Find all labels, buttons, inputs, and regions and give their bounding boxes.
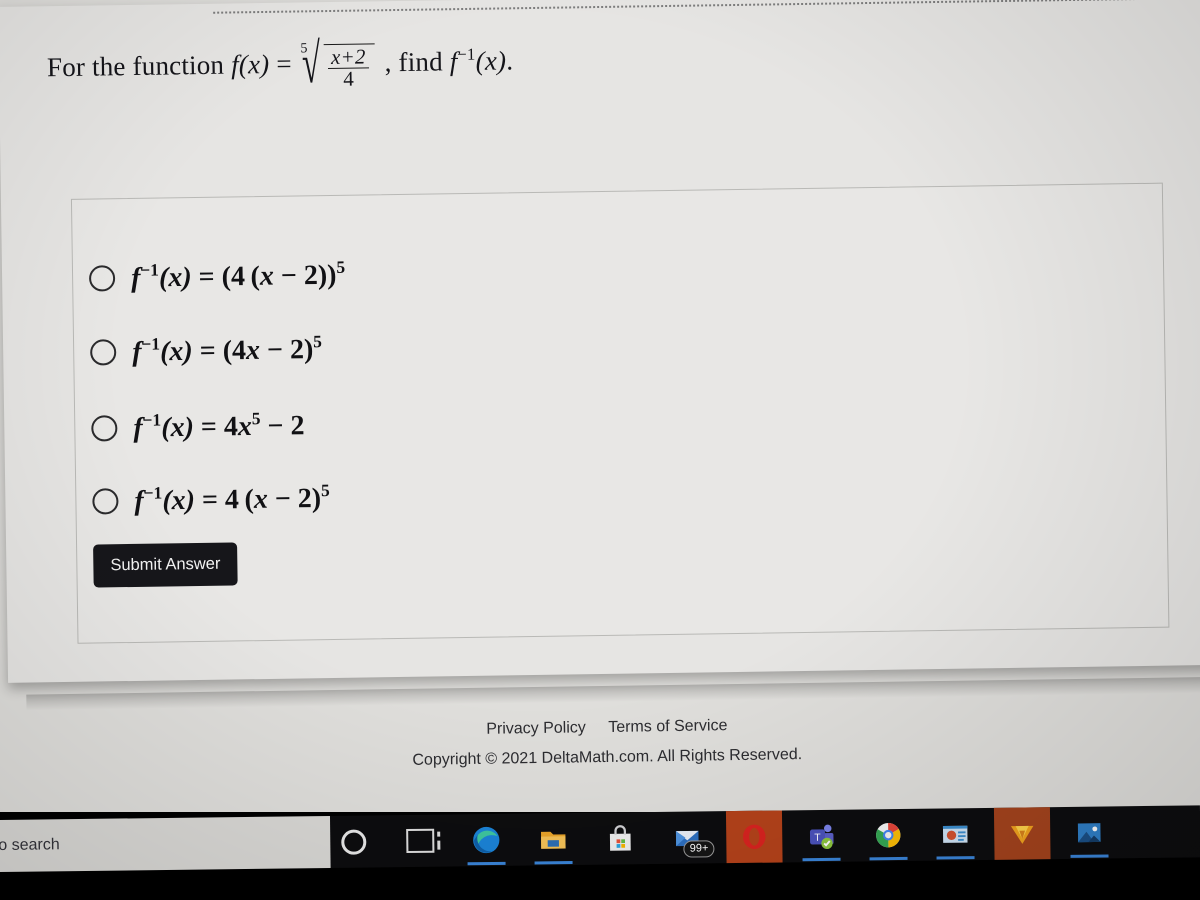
question-prompt: For the function f(x) = 5 √ x+2 4 , find… xyxy=(47,32,1128,95)
radicand: x+2 4 xyxy=(323,43,376,91)
dotted-divider xyxy=(213,0,1200,14)
answer-option-b[interactable]: f−1(x) = (4x − 2)5 xyxy=(90,332,322,369)
question-period: . xyxy=(506,45,514,76)
question-function-arg: (x) xyxy=(238,49,270,80)
search-placeholder: o search xyxy=(0,836,60,855)
microsoft-teams-button[interactable]: T xyxy=(793,810,850,863)
fraction-denominator: 4 xyxy=(328,67,370,91)
answer-card: f−1(x) = (4 (x − 2))5 f−1(x) = (4x − 2)5… xyxy=(70,182,1170,644)
terms-of-service-link[interactable]: Terms of Service xyxy=(608,717,727,736)
answer-option-c-label: f−1(x) = 4x5 − 2 xyxy=(133,409,305,444)
powerpoint-icon xyxy=(942,825,968,843)
opera-button[interactable] xyxy=(725,810,783,864)
windows-search-box[interactable]: o search xyxy=(0,815,331,873)
mail-icon-wrap: 99+ xyxy=(672,822,715,858)
question-equals: = xyxy=(276,48,292,79)
file-explorer-button[interactable] xyxy=(525,813,582,866)
question-prefix: For the function xyxy=(46,49,225,83)
photos-button[interactable] xyxy=(1061,806,1118,859)
powerpoint-button[interactable] xyxy=(927,808,984,861)
answer-option-d-label: f−1(x) = 4 (x − 2)5 xyxy=(134,481,330,517)
mail-badge: 99+ xyxy=(683,840,715,858)
cortana-icon xyxy=(340,829,366,855)
inverse-function-arg: (x) xyxy=(475,45,507,76)
inverse-exponent: −1 xyxy=(457,44,476,64)
google-chrome-icon xyxy=(876,822,901,848)
fraction: x+2 4 xyxy=(328,44,370,91)
photos-icon xyxy=(1077,823,1101,843)
radio-button-b[interactable] xyxy=(90,339,117,366)
radical-sign: √ xyxy=(301,32,321,96)
browser-viewport: For the function f(x) = 5 √ x+2 4 , find… xyxy=(0,0,1200,711)
answer-option-a-label: f−1(x) = (4 (x − 2))5 xyxy=(130,257,346,294)
microsoft-store-button[interactable] xyxy=(592,812,649,865)
browser-page: For the function f(x) = 5 √ x+2 4 , find… xyxy=(0,0,1200,830)
fifth-root-expression: 5 √ x+2 4 xyxy=(300,32,376,96)
task-view-icon xyxy=(406,828,435,854)
wondershare-button[interactable] xyxy=(993,807,1051,860)
footer-links: Privacy Policy Terms of Service xyxy=(0,710,1200,746)
task-view-button[interactable] xyxy=(392,815,449,868)
microsoft-teams-icon: T xyxy=(809,824,834,850)
microsoft-edge-icon xyxy=(473,826,500,854)
cortana-button[interactable] xyxy=(325,815,382,868)
submit-answer-button[interactable]: Submit Answer xyxy=(93,542,238,588)
google-chrome-button[interactable] xyxy=(860,809,917,862)
page-footer: Privacy Policy Terms of Service Copyrigh… xyxy=(0,710,1200,776)
answer-option-d[interactable]: f−1(x) = 4 (x − 2)5 xyxy=(92,481,330,518)
svg-text:T: T xyxy=(814,833,821,844)
mail-button[interactable]: 99+ xyxy=(659,811,716,864)
taskbar-strip: o search 99+ T xyxy=(0,805,1200,873)
windows-taskbar: o search 99+ T xyxy=(0,805,1200,900)
fraction-numerator: x+2 xyxy=(330,44,366,69)
answer-option-b-label: f−1(x) = (4x − 2)5 xyxy=(131,332,323,368)
radio-button-c[interactable] xyxy=(91,415,118,442)
answer-option-a[interactable]: f−1(x) = (4 (x − 2))5 xyxy=(88,257,346,296)
question-middle: , find xyxy=(384,46,444,78)
microsoft-store-icon xyxy=(609,825,631,851)
radio-button-d[interactable] xyxy=(92,488,119,515)
opera-icon xyxy=(743,824,766,849)
wondershare-icon xyxy=(1010,825,1034,844)
file-explorer-icon xyxy=(540,831,566,849)
radio-button-a[interactable] xyxy=(88,265,116,292)
microsoft-edge-button[interactable] xyxy=(458,814,515,867)
copyright-text: Copyright © 2021 DeltaMath.com. All Righ… xyxy=(412,746,803,769)
answer-option-c[interactable]: f−1(x) = 4x5 − 2 xyxy=(91,408,305,445)
panel-shadow xyxy=(26,676,1200,711)
screen-photo: For the function f(x) = 5 √ x+2 4 , find… xyxy=(0,0,1200,900)
privacy-policy-link[interactable]: Privacy Policy xyxy=(486,719,586,737)
